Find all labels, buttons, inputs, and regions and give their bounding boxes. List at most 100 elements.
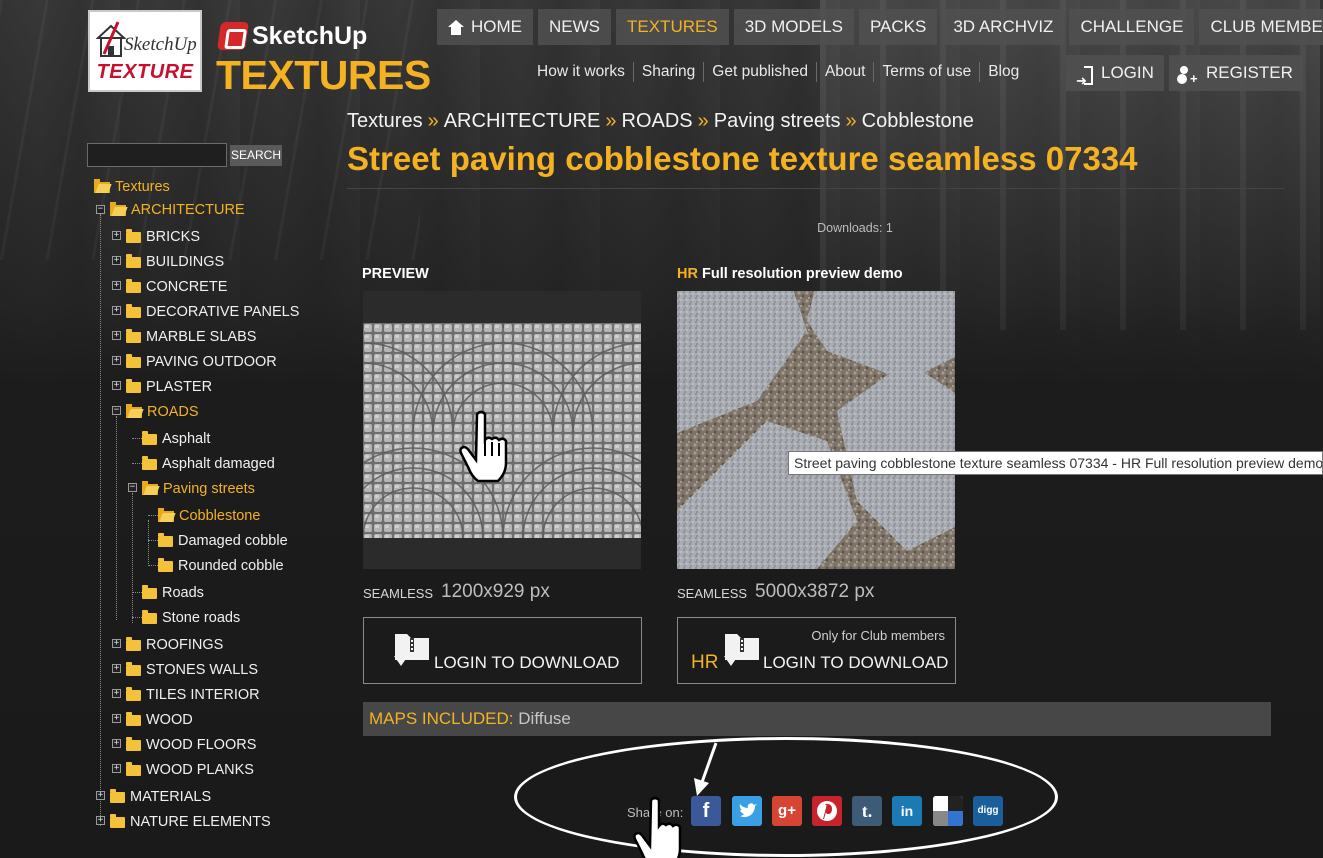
- sketchup-texture-badge-logo[interactable]: SketchUp TEXTURE: [88, 10, 202, 92]
- home-icon: [448, 19, 464, 35]
- tree-item-wood-floors[interactable]: WOOD FLOORS: [126, 736, 256, 753]
- expand-icon[interactable]: +: [112, 689, 121, 698]
- expand-icon[interactable]: +: [112, 664, 121, 673]
- tree-item-roads-sub[interactable]: Roads: [142, 584, 204, 601]
- tree-item-rounded-cobble[interactable]: Rounded cobble: [158, 557, 284, 574]
- expand-icon[interactable]: +: [112, 281, 121, 290]
- search-input[interactable]: [87, 143, 227, 167]
- linkedin-share-button[interactable]: in: [892, 796, 922, 826]
- search-button[interactable]: SEARCH: [230, 145, 282, 166]
- tree-item-stone-roads[interactable]: Stone roads: [142, 609, 240, 626]
- main-nav: HOME NEWS TEXTURES 3D MODELS PACKS 3D AR…: [437, 9, 1323, 45]
- folder-icon: [110, 813, 125, 828]
- tree-item-cobblestone[interactable]: Cobblestone: [158, 507, 260, 524]
- login-to-download-button[interactable]: LOGIN TO DOWNLOAD: [363, 617, 642, 684]
- twitter-share-button[interactable]: [732, 796, 762, 826]
- tree-item-paving-outdoor[interactable]: PAVING OUTDOOR: [126, 353, 277, 370]
- folder-icon: [126, 636, 141, 651]
- tree-item-marble-slabs[interactable]: MARBLE SLABS: [126, 328, 256, 345]
- breadcrumb-architecture[interactable]: ARCHITECTURE: [444, 110, 601, 132]
- expand-icon[interactable]: +: [96, 791, 105, 800]
- facebook-share-button[interactable]: f: [691, 796, 721, 826]
- tree-item-tiles-interior[interactable]: TILES INTERIOR: [126, 686, 260, 703]
- expand-icon[interactable]: +: [112, 639, 121, 648]
- sub-nav: How it works Sharing Get published About…: [529, 62, 1027, 82]
- hr-login-to-download-button[interactable]: Only for Club members HR LOGIN TO DOWNLO…: [677, 617, 956, 684]
- pinterest-share-button[interactable]: [812, 796, 842, 826]
- subnav-blog[interactable]: Blog: [980, 62, 1027, 82]
- nav-packs[interactable]: PACKS: [858, 9, 938, 45]
- expand-icon[interactable]: +: [112, 764, 121, 773]
- divider: [347, 188, 1285, 189]
- expand-icon[interactable]: +: [112, 231, 121, 240]
- tree-item-architecture[interactable]: ARCHITECTURE: [110, 201, 245, 218]
- tree-guide: [148, 520, 149, 566]
- collapse-icon[interactable]: −: [96, 205, 105, 214]
- folder-open-icon: [94, 178, 110, 193]
- breadcrumb-paving-streets[interactable]: Paving streets: [714, 110, 841, 132]
- expand-icon[interactable]: +: [112, 381, 121, 390]
- folder-icon: [126, 711, 141, 726]
- tree-item-decorative-panels[interactable]: DECORATIVE PANELS: [126, 303, 299, 320]
- tree-item-buildings[interactable]: BUILDINGS: [126, 253, 224, 270]
- tree-item-stones-walls[interactable]: STONES WALLS: [126, 661, 258, 678]
- nav-home[interactable]: HOME: [437, 9, 533, 45]
- hr-preview-image[interactable]: [677, 291, 955, 569]
- tree-item-plaster[interactable]: PLASTER: [126, 378, 212, 395]
- register-button[interactable]: REGISTER: [1169, 55, 1303, 97]
- googleplus-icon: g+: [778, 802, 796, 819]
- expand-icon[interactable]: +: [96, 816, 105, 825]
- folder-icon: [142, 430, 157, 445]
- tree-item-bricks[interactable]: BRICKS: [126, 228, 200, 245]
- collapse-icon[interactable]: −: [112, 406, 121, 415]
- nav-3d-models[interactable]: 3D MODELS: [733, 9, 854, 45]
- googleplus-share-button[interactable]: g+: [772, 796, 802, 826]
- expand-icon[interactable]: +: [112, 739, 121, 748]
- tree-item-paving-streets[interactable]: Paving streets: [142, 480, 255, 497]
- expand-icon[interactable]: +: [112, 714, 121, 723]
- tree-guide: [132, 592, 142, 593]
- tumblr-share-button[interactable]: t.: [852, 796, 882, 826]
- subnav-sharing[interactable]: Sharing: [634, 62, 705, 82]
- subnav-about[interactable]: About: [817, 62, 875, 82]
- tree-item-concrete[interactable]: CONCRETE: [126, 278, 227, 295]
- nav-textures[interactable]: TEXTURES: [616, 9, 729, 45]
- maps-included-value: Diffuse: [518, 709, 571, 728]
- expand-icon[interactable]: +: [112, 306, 121, 315]
- login-icon: [1076, 63, 1093, 99]
- tree-item-damaged-cobble[interactable]: Damaged cobble: [158, 532, 288, 549]
- expand-icon[interactable]: +: [112, 256, 121, 265]
- subnav-terms-of-use[interactable]: Terms of use: [874, 62, 981, 82]
- preview-label: PREVIEW: [362, 266, 429, 282]
- nav-club-member[interactable]: CLUB MEMBER: [1199, 9, 1323, 45]
- tree-item-roads[interactable]: ROADS: [126, 403, 199, 420]
- tree-item-roofings[interactable]: ROOFINGS: [126, 636, 223, 653]
- expand-icon[interactable]: +: [112, 356, 121, 365]
- collapse-icon[interactable]: −: [128, 483, 137, 492]
- tree-item-textures[interactable]: Textures: [94, 178, 170, 195]
- breadcrumb-roads[interactable]: ROADS: [622, 110, 693, 132]
- subnav-how-it-works[interactable]: How it works: [529, 62, 634, 82]
- sketchup-icon: [217, 22, 249, 50]
- expand-icon[interactable]: +: [112, 331, 121, 340]
- breadcrumb-cobblestone[interactable]: Cobblestone: [862, 110, 974, 132]
- tree-item-materials[interactable]: MATERIALS: [110, 788, 211, 805]
- digg-share-button[interactable]: digg: [973, 796, 1003, 826]
- delicious-share-button[interactable]: [933, 796, 963, 826]
- login-button[interactable]: LOGIN: [1066, 55, 1164, 99]
- nav-3d-archviz[interactable]: 3D ARCHVIZ: [942, 9, 1065, 45]
- tree-guide: [132, 617, 142, 618]
- tree-guide: [148, 565, 158, 566]
- tree-item-asphalt[interactable]: Asphalt: [142, 430, 210, 447]
- tree-guide: [148, 515, 158, 516]
- nav-news[interactable]: NEWS: [538, 9, 611, 45]
- tree-item-nature-elements[interactable]: NATURE ELEMENTS: [110, 813, 271, 830]
- tree-item-asphalt-damaged[interactable]: Asphalt damaged: [142, 455, 275, 472]
- preview-dimensions: 1200x929 px: [441, 581, 550, 602]
- user-plus-icon: [1179, 61, 1198, 97]
- breadcrumb-textures[interactable]: Textures: [347, 110, 423, 132]
- tree-item-wood-planks[interactable]: WOOD PLANKS: [126, 761, 254, 778]
- tree-item-wood[interactable]: WOOD: [126, 711, 193, 728]
- nav-challenge[interactable]: CHALLENGE: [1069, 9, 1195, 45]
- subnav-get-published[interactable]: Get published: [704, 62, 817, 82]
